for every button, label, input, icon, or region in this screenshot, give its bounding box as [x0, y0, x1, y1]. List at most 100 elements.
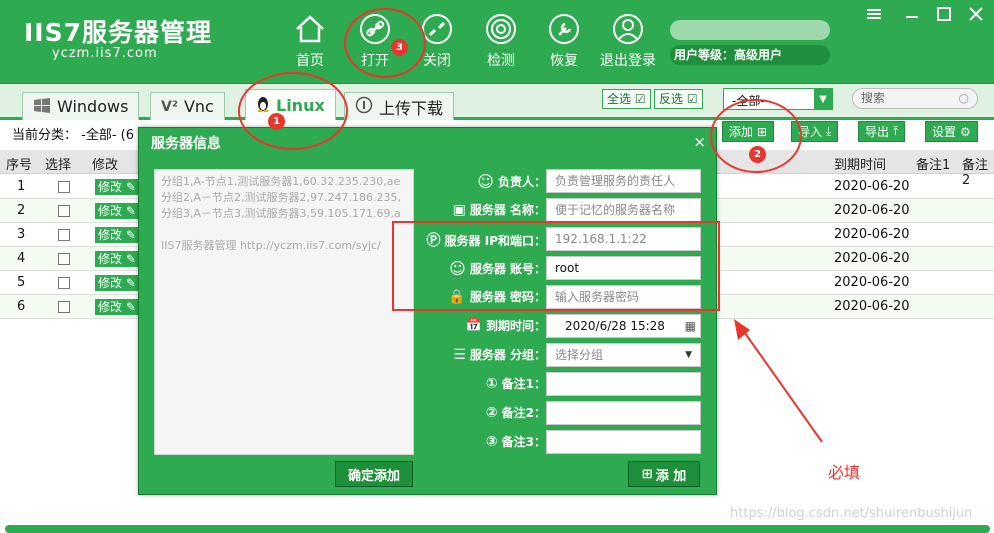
invert-label: 反选: [659, 92, 684, 106]
row-edit-button[interactable]: 修改 ✎: [95, 179, 139, 195]
user-level: 用户等级：高级用户: [670, 45, 830, 65]
nav-check[interactable]: 检测: [484, 12, 518, 70]
select-all-label: 全选: [607, 92, 632, 106]
row-checkbox[interactable]: [58, 229, 70, 241]
annotation-arrow: [734, 319, 823, 443]
expire-label-text: 到期时间：: [485, 319, 546, 333]
maximize-icon[interactable]: [934, 4, 954, 24]
app-root: IIS7服务器管理 yczm.iis7.com 首页 打开 关闭 检测 恢复 退…: [0, 0, 994, 533]
note3-label: ③ 备注3：: [486, 433, 546, 450]
tab-windows-label: Windows: [57, 97, 129, 116]
expire-row: 📅 到期时间： 2020/6/28 15:28 ▦: [419, 314, 709, 338]
bottom-scrollbar[interactable]: [5, 525, 990, 533]
row-index: 3: [17, 227, 26, 242]
tab-vnc[interactable]: V² Vnc: [150, 92, 225, 120]
row-expire: 2020-06-20: [834, 299, 910, 314]
header-expire: 到期时间: [834, 158, 887, 173]
row-edit-button[interactable]: 修改 ✎: [95, 275, 139, 291]
required-note: 必填: [828, 463, 861, 482]
row-expire: 2020-06-20: [834, 251, 910, 266]
radar-icon: [484, 12, 518, 46]
close-window-icon[interactable]: [966, 4, 986, 24]
edit-label: 修改: [98, 180, 123, 194]
dialog-add-button[interactable]: ⊞ 添 加: [628, 461, 700, 487]
gear-icon: ⚙: [960, 124, 971, 139]
header-index: 序号: [6, 158, 33, 173]
server-name-field[interactable]: 便于记忆的服务器名称: [546, 198, 701, 222]
minimize-icon[interactable]: [902, 4, 922, 24]
watermark: https://blog.csdn.net/shuirenbushijun: [730, 506, 973, 521]
nav-logout-label: 退出登录: [600, 53, 656, 69]
row-edit-button[interactable]: 修改 ✎: [95, 227, 139, 243]
nav-restore[interactable]: 恢复: [547, 12, 581, 70]
row-index: 6: [17, 299, 26, 314]
header: IIS7服务器管理 yczm.iis7.com 首页 打开 关闭 检测 恢复 退…: [0, 0, 994, 84]
tab-vnc-label: Vnc: [183, 97, 214, 116]
settings-button[interactable]: 设置 ⚙: [925, 121, 978, 142]
header-note1: 备注1: [916, 158, 951, 173]
row-index: 1: [17, 179, 26, 194]
edit-label: 修改: [98, 204, 123, 218]
note2-field[interactable]: [546, 401, 701, 425]
note3-row: ③ 备注3：: [419, 430, 709, 454]
confirm-add-button[interactable]: 确定添加: [335, 461, 413, 487]
tab-windows[interactable]: Windows: [22, 92, 140, 120]
edit-label: 修改: [98, 276, 123, 290]
number-two-icon: ②: [485, 404, 498, 421]
username-pill: [670, 20, 830, 40]
vnc-icon: V²: [161, 98, 178, 115]
note1-field[interactable]: [546, 372, 701, 396]
annotation-ring-linux: [238, 72, 348, 150]
edit-label: 修改: [98, 228, 123, 242]
row-checkbox[interactable]: [58, 181, 70, 193]
group-label: ☰ 服务器 分组：: [453, 346, 546, 363]
header-select: 选择: [45, 158, 72, 173]
owner-label-text: 负责人：: [497, 175, 546, 189]
row-checkbox[interactable]: [58, 253, 70, 265]
search-input[interactable]: 搜索 ○: [852, 88, 978, 109]
home-icon: [293, 12, 327, 46]
list-icon: ☰: [453, 346, 466, 363]
tab-upload[interactable]: 上传下载: [344, 92, 455, 120]
upload-icon: [355, 96, 373, 118]
search-icon: ○: [958, 91, 969, 105]
app-subtitle: yczm.iis7.com: [52, 46, 158, 61]
nav-logout[interactable]: 退出登录: [600, 12, 656, 70]
row-index: 2: [17, 203, 26, 218]
expire-field[interactable]: 2020/6/28 15:28 ▦: [546, 314, 701, 338]
annotation-ring-open: [344, 8, 426, 78]
owner-field[interactable]: 负责管理服务的责任人: [546, 169, 701, 193]
server-name-label: ▣ 服务器 名称：: [453, 201, 546, 218]
group-select[interactable]: 选择分组 ▼: [546, 343, 701, 367]
annotation-badge-3: 3: [391, 39, 408, 56]
row-checkbox[interactable]: [58, 277, 70, 289]
note2-label: ② 备注2：: [486, 404, 546, 421]
nav-restore-label: 恢复: [550, 53, 578, 69]
row-expire: 2020-06-20: [834, 179, 910, 194]
search-placeholder: 搜索: [861, 91, 886, 105]
number-one-icon: ①: [485, 375, 498, 392]
header-edit: 修改: [92, 158, 119, 173]
edit-label: 修改: [98, 252, 123, 266]
select-all-button[interactable]: 全选 ☑: [602, 89, 651, 109]
export-button[interactable]: 导出 ⤒: [858, 121, 906, 142]
invert-button[interactable]: 反选 ☑: [654, 89, 703, 109]
menu-icon[interactable]: [864, 4, 884, 24]
row-checkbox[interactable]: [58, 205, 70, 217]
export-button-label: 导出: [865, 125, 890, 139]
expire-label: 📅 到期时间：: [466, 317, 546, 334]
close-icon[interactable]: ×: [693, 133, 706, 151]
row-edit-button[interactable]: 修改 ✎: [95, 251, 139, 267]
required-fields-highlight: [392, 221, 720, 311]
row-edit-button[interactable]: 修改 ✎: [95, 299, 139, 315]
note3-field[interactable]: [546, 430, 701, 454]
batch-import-textarea[interactable]: 分组1,A-节点1,测试服务器1,60.32.235.230,ae 分组2,A－…: [154, 169, 414, 455]
calendar-icon: 📅: [465, 318, 482, 333]
nav-home[interactable]: 首页: [293, 12, 327, 70]
row-checkbox[interactable]: [58, 301, 70, 313]
row-edit-button[interactable]: 修改 ✎: [95, 203, 139, 219]
upload-icon: ⤒: [893, 124, 899, 138]
chevron-down-icon: ▼: [685, 350, 692, 360]
calendar-picker-icon[interactable]: ▦: [685, 315, 696, 337]
note2-row: ② 备注2：: [419, 401, 709, 425]
